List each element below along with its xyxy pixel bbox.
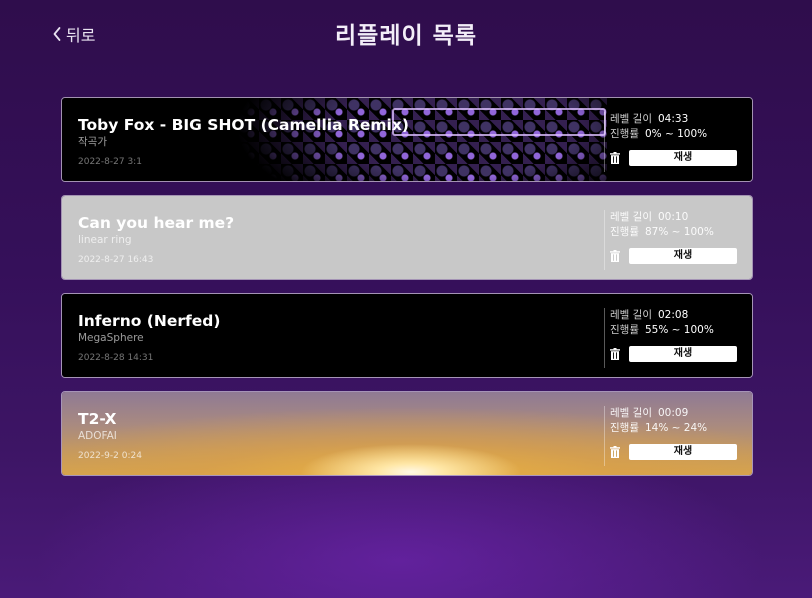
trash-icon[interactable]: [610, 152, 620, 164]
progress-value: 0% ~ 100%: [644, 128, 708, 140]
replay-card: Inferno (Nerfed) MegaSphere 2022-8-28 14…: [61, 293, 753, 378]
progress-value: 14% ~ 24%: [644, 422, 708, 434]
replay-date: 2022-9-2 0:24: [78, 451, 142, 461]
length-label: 레벨 길이: [610, 407, 652, 419]
length-value: 04:33: [657, 113, 689, 125]
replay-details: 레벨 길이 00:10 진행률 87% ~ 100% 재생: [604, 210, 744, 270]
replay-card: T2-X ADOFAI 2022-9-2 0:24 레벨 길이 00:09 진행률…: [61, 391, 753, 476]
artist-name: MegaSphere: [78, 332, 144, 344]
play-button[interactable]: 재생: [629, 248, 737, 264]
progress-label: 진행률: [610, 226, 639, 238]
progress-value: 55% ~ 100%: [644, 324, 714, 336]
trash-icon[interactable]: [610, 348, 620, 360]
artist-name: linear ring: [78, 234, 132, 246]
length-value: 00:10: [657, 211, 689, 223]
replay-date: 2022-8-27 3:1: [78, 157, 142, 167]
progress-label: 진행률: [610, 128, 639, 140]
replay-date: 2022-8-27 16:43: [78, 255, 154, 265]
play-button[interactable]: 재생: [629, 150, 737, 166]
progress-label: 진행률: [610, 422, 639, 434]
song-title: T2-X: [78, 410, 117, 428]
replay-card: Toby Fox - BIG SHOT (Camellia Remix) 작곡가…: [61, 97, 753, 182]
song-title: Inferno (Nerfed): [78, 312, 221, 330]
length-label: 레벨 길이: [610, 211, 652, 223]
page-title: 리플레이 목록: [335, 23, 477, 49]
replay-details: 레벨 길이 04:33 진행률 0% ~ 100% 재생: [604, 112, 744, 172]
artist-name: ADOFAI: [78, 430, 117, 442]
replay-details: 레벨 길이 02:08 진행률 55% ~ 100% 재생: [604, 308, 744, 368]
artist-name: 작곡가: [78, 136, 107, 148]
song-title: Toby Fox - BIG SHOT (Camellia Remix): [78, 116, 409, 134]
trash-icon[interactable]: [610, 446, 620, 458]
trash-icon[interactable]: [610, 250, 620, 262]
replay-details: 레벨 길이 00:09 진행률 14% ~ 24% 재생: [604, 406, 744, 466]
song-title: Can you hear me?: [78, 214, 235, 232]
replay-list: Toby Fox - BIG SHOT (Camellia Remix) 작곡가…: [61, 97, 753, 489]
length-value: 00:09: [657, 407, 689, 419]
length-label: 레벨 길이: [610, 309, 652, 321]
replay-date: 2022-8-28 14:31: [78, 353, 154, 363]
play-button[interactable]: 재생: [629, 444, 737, 460]
length-value: 02:08: [657, 309, 689, 321]
play-button[interactable]: 재생: [629, 346, 737, 362]
progress-value: 87% ~ 100%: [644, 226, 714, 238]
replay-card: Can you hear me? linear ring 2022-8-27 1…: [61, 195, 753, 280]
progress-label: 진행률: [610, 324, 639, 336]
length-label: 레벨 길이: [610, 113, 652, 125]
